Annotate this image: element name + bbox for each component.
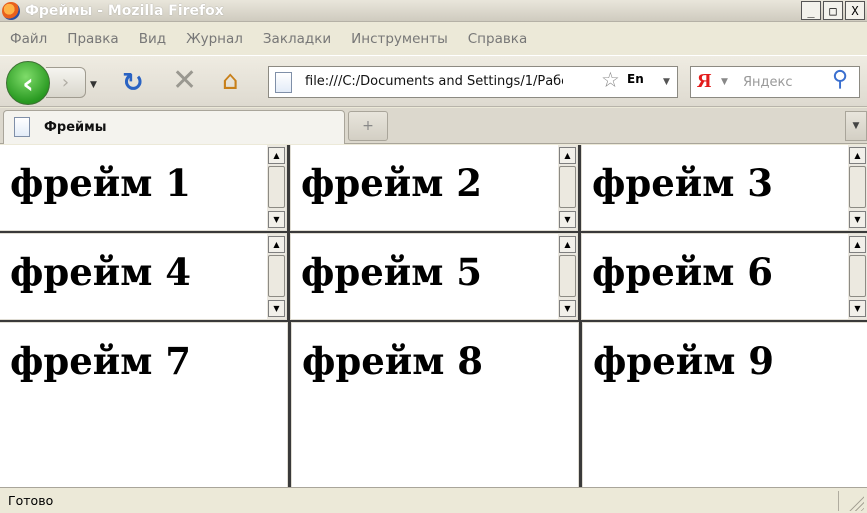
search-icon[interactable]: ⚲ (832, 69, 848, 91)
tab-frames[interactable]: Фреймы (3, 110, 345, 144)
frame-border-horizontal[interactable] (0, 320, 867, 322)
bookmark-star-icon[interactable]: ☆ (601, 70, 620, 91)
search-engine-dropdown-icon[interactable]: ▼ (721, 77, 728, 87)
scroll-thumb[interactable] (559, 255, 576, 297)
menu-bar: Файл Правка Вид Журнал Закладки Инструме… (0, 24, 867, 54)
navigation-toolbar: › ‹ ▼ ↻ ✕ ⌂ file:///C:/Documents and Set… (0, 55, 867, 107)
scroll-up-icon[interactable]: ▲ (268, 236, 285, 253)
scroll-up-icon[interactable]: ▲ (849, 236, 866, 253)
back-button[interactable]: ‹ (6, 61, 50, 105)
status-divider (838, 491, 839, 511)
frame-9[interactable]: фрейм 9 (583, 323, 867, 487)
tab-bar: Фреймы + ▼ (0, 108, 867, 144)
scroll-up-icon[interactable]: ▲ (849, 147, 866, 164)
vertical-scrollbar[interactable]: ▲ ▼ (267, 145, 286, 230)
frame-heading: фрейм 6 (592, 250, 773, 294)
frameset: фрейм 1 ▲ ▼ фрейм 2 ▲ ▼ фрейм 3 ▲ ▼ фрей… (0, 145, 867, 487)
frame-heading: фрейм 3 (592, 161, 773, 205)
scroll-thumb[interactable] (849, 255, 866, 297)
frame-1[interactable]: фрейм 1 ▲ ▼ (0, 145, 286, 230)
frame-border-vertical[interactable] (578, 145, 581, 321)
home-icon[interactable]: ⌂ (222, 68, 239, 94)
frame-6[interactable]: фрейм 6 ▲ ▼ (582, 234, 867, 319)
frame-border-vertical[interactable] (579, 322, 582, 487)
search-input[interactable]: Яндекс (743, 75, 793, 90)
scroll-thumb[interactable] (849, 166, 866, 208)
vertical-scrollbar[interactable]: ▲ ▼ (558, 234, 577, 319)
scroll-down-icon[interactable]: ▼ (559, 211, 576, 228)
frame-7[interactable]: фрейм 7 (0, 323, 287, 487)
frame-heading: фрейм 7 (10, 339, 191, 383)
scroll-down-icon[interactable]: ▼ (268, 300, 285, 317)
frame-heading: фрейм 9 (593, 339, 774, 383)
vertical-scrollbar[interactable]: ▲ ▼ (848, 145, 867, 230)
tab-label: Фреймы (44, 120, 107, 135)
menu-history[interactable]: Журнал (186, 31, 243, 47)
status-bar: Готово (0, 487, 867, 513)
title-bar: Фреймы - Mozilla Firefox _ □ X (0, 0, 867, 22)
page-icon (275, 72, 292, 93)
frame-heading: фрейм 2 (301, 161, 482, 205)
frame-3[interactable]: фрейм 3 ▲ ▼ (582, 145, 867, 230)
menu-view[interactable]: Вид (139, 31, 166, 47)
frame-5[interactable]: фрейм 5 ▲ ▼ (291, 234, 577, 319)
vertical-scrollbar[interactable]: ▲ ▼ (848, 234, 867, 319)
frame-border-vertical[interactable] (288, 322, 291, 487)
scroll-down-icon[interactable]: ▼ (559, 300, 576, 317)
forward-button[interactable]: › (46, 67, 86, 98)
scroll-thumb[interactable] (268, 255, 285, 297)
scroll-up-icon[interactable]: ▲ (559, 147, 576, 164)
frame-2[interactable]: фрейм 2 ▲ ▼ (291, 145, 577, 230)
reload-icon[interactable]: ↻ (122, 70, 144, 96)
frame-border-horizontal[interactable] (0, 231, 867, 233)
page-icon (14, 117, 30, 137)
frame-heading: фрейм 8 (302, 339, 483, 383)
chevron-down-icon: ▼ (852, 121, 860, 131)
scroll-thumb[interactable] (559, 166, 576, 208)
frame-4[interactable]: фрейм 4 ▲ ▼ (0, 234, 286, 319)
window-controls: _ □ X (801, 1, 865, 20)
history-dropdown-icon[interactable]: ▼ (90, 80, 97, 90)
scroll-down-icon[interactable]: ▼ (268, 211, 285, 228)
forward-arrow-icon: › (61, 72, 70, 93)
browser-window: Фреймы - Mozilla Firefox _ □ X Файл Прав… (0, 0, 867, 513)
scroll-thumb[interactable] (268, 166, 285, 208)
url-input[interactable]: file:///C:/Documents and Settings/1/Рабо… (305, 74, 563, 89)
close-button[interactable]: X (845, 1, 865, 20)
window-title: Фреймы - Mozilla Firefox (25, 2, 224, 19)
status-text: Готово (8, 493, 54, 508)
frame-heading: фрейм 4 (10, 250, 191, 294)
back-arrow-icon: ‹ (22, 66, 34, 100)
address-bar[interactable]: file:///C:/Documents and Settings/1/Рабо… (268, 66, 678, 98)
minimize-button[interactable]: _ (801, 1, 821, 20)
vertical-scrollbar[interactable]: ▲ ▼ (558, 145, 577, 230)
scroll-up-icon[interactable]: ▲ (268, 147, 285, 164)
scroll-down-icon[interactable]: ▼ (849, 211, 866, 228)
yandex-icon[interactable]: Я (697, 70, 711, 93)
search-bar[interactable]: Я ▼ Яндекс ⚲ (690, 66, 860, 98)
menu-help[interactable]: Справка (468, 31, 527, 47)
plus-icon: + (362, 118, 374, 134)
menu-file[interactable]: Файл (10, 31, 47, 47)
frame-heading: фрейм 1 (10, 161, 191, 205)
stop-icon[interactable]: ✕ (172, 66, 197, 96)
scroll-up-icon[interactable]: ▲ (559, 236, 576, 253)
language-badge[interactable]: En (627, 72, 644, 86)
resize-grip-icon[interactable] (846, 493, 864, 511)
maximize-button[interactable]: □ (823, 1, 843, 20)
frame-8[interactable]: фрейм 8 (292, 323, 578, 487)
menu-edit[interactable]: Правка (67, 31, 118, 47)
vertical-scrollbar[interactable]: ▲ ▼ (267, 234, 286, 319)
tab-list-button[interactable]: ▼ (845, 111, 867, 141)
frame-heading: фрейм 5 (301, 250, 482, 294)
menu-bookmarks[interactable]: Закладки (263, 31, 331, 47)
scroll-down-icon[interactable]: ▼ (849, 300, 866, 317)
frame-border-vertical[interactable] (287, 145, 290, 321)
new-tab-button[interactable]: + (348, 111, 388, 141)
menu-tools[interactable]: Инструменты (351, 31, 448, 47)
firefox-logo-icon (2, 1, 20, 20)
url-dropdown-icon[interactable]: ▼ (663, 77, 670, 87)
